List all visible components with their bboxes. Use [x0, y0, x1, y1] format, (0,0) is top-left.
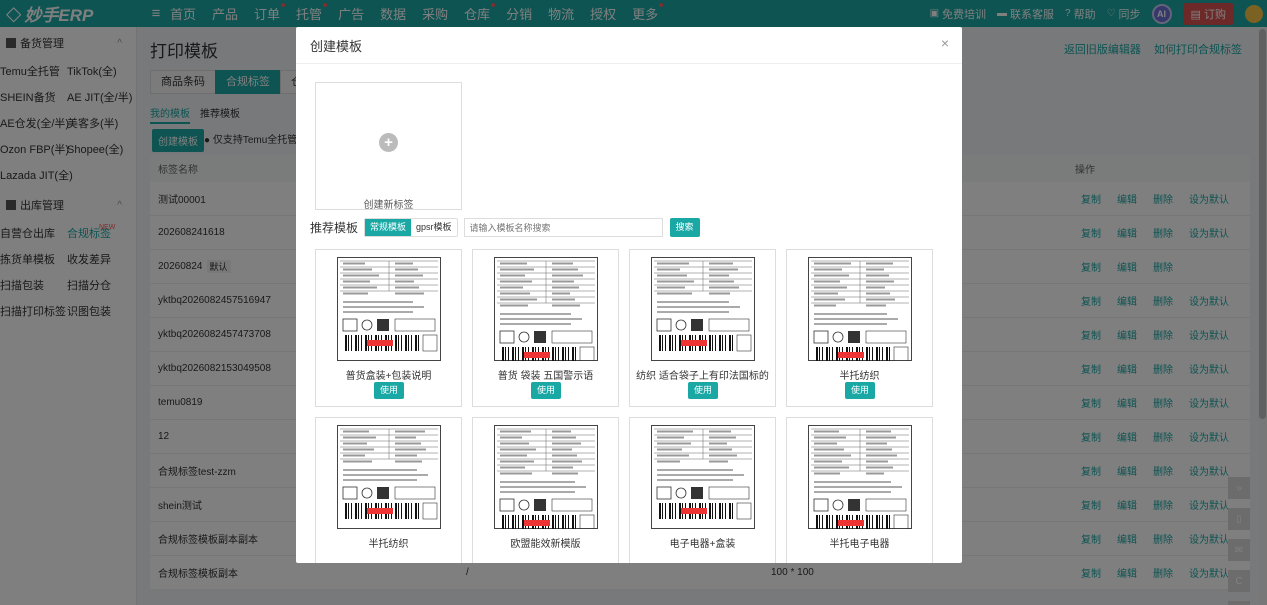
modal-title: 创建模板	[296, 27, 962, 64]
new-label-text: 创建新标签	[363, 200, 414, 211]
template-card-name: 欧盟能效新模版	[510, 539, 581, 550]
template-card[interactable]: 电子电器+盒装	[629, 417, 776, 563]
template-card[interactable]: 半托纺织	[315, 417, 462, 563]
template-card-name: 纺织 适合袋子上有印法国标的	[636, 371, 769, 382]
use-template-button[interactable]: 使用	[374, 382, 404, 399]
template-preview	[808, 257, 912, 364]
template-card-name: 半托纺织	[368, 539, 409, 550]
use-template-button[interactable]: 使用	[688, 382, 718, 399]
use-template-button[interactable]: 使用	[845, 382, 875, 399]
template-card[interactable]: 普货 袋装 五国警示语 使用	[472, 249, 619, 407]
template-card[interactable]: 半托纺织 使用	[786, 249, 933, 407]
recommend-label: 推荐模板	[310, 221, 359, 235]
new-label-card[interactable]: + 创建新标签	[315, 82, 462, 211]
template-card-name: 半托电子电器	[829, 539, 890, 550]
template-card-name: 普货 袋装 五国警示语	[497, 371, 594, 382]
template-preview	[494, 257, 598, 364]
close-icon[interactable]: ×	[941, 35, 949, 51]
plus-icon: +	[379, 133, 398, 152]
template-preview	[337, 257, 441, 361]
template-type-switch: 常规模板 gpsr模板	[364, 218, 458, 237]
template-card-name: 半托纺织	[839, 371, 880, 382]
template-preview	[651, 425, 755, 529]
template-card[interactable]: 纺织 适合袋子上有印法国标的 使用	[629, 249, 776, 407]
template-card[interactable]: 欧盟能效新模版	[472, 417, 619, 563]
template-search-input[interactable]	[463, 218, 663, 237]
template-card[interactable]: 普货盒装+包装说明 使用	[315, 249, 462, 407]
template-card-name: 电子电器+盒装	[669, 539, 736, 550]
tab-regular[interactable]: 常规模板	[365, 219, 412, 236]
template-preview	[651, 257, 755, 361]
use-template-button[interactable]: 使用	[531, 382, 561, 399]
template-preview	[494, 425, 598, 532]
template-card[interactable]: 半托电子电器	[786, 417, 933, 563]
template-preview	[808, 425, 912, 532]
template-card-name: 普货盒装+包装说明	[345, 371, 432, 382]
tab-gpsr[interactable]: gpsr模板	[411, 219, 457, 236]
recommend-toolbar: 推荐模板 常规模板 gpsr模板 搜索	[310, 218, 700, 237]
search-button[interactable]: 搜索	[669, 218, 700, 237]
create-template-modal: 创建模板 × + 创建新标签 推荐模板 常规模板 gpsr模板 搜索 普货盒装+…	[296, 27, 962, 563]
template-preview	[337, 425, 441, 529]
